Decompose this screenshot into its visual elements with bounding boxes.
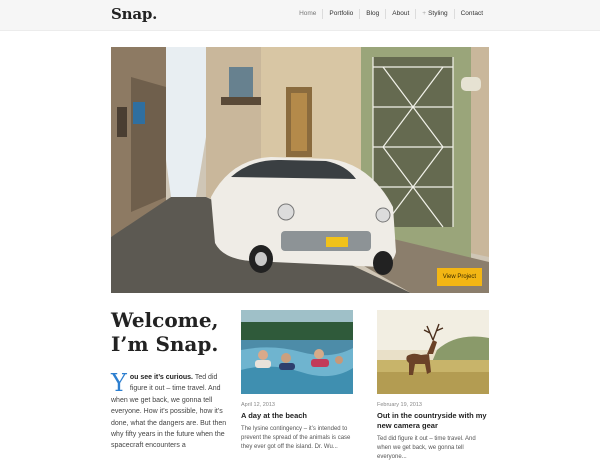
post-date: February 19, 2013 [377,402,422,408]
welcome-body: Ted did figure it out – time travel. And… [111,374,227,450]
nav-home[interactable]: Home [293,9,322,19]
post-card-beach[interactable]: April 12, 2013 A day at the beach The ly… [241,310,353,452]
site-logo[interactable]: Snap. [111,5,157,23]
beach-photo [241,310,353,394]
nav-blog[interactable]: Blog [359,9,385,19]
hero-street-car-photo [111,47,489,293]
site-header: Snap. Home Portfolio Blog About + Styling… [0,0,600,31]
main-nav: Home Portfolio Blog About + Styling Conta… [293,9,489,19]
post-card-countryside[interactable]: February 19, 2013 Out in the countryside… [377,310,489,462]
nav-portfolio[interactable]: Portfolio [322,9,359,19]
welcome-lead: ou see it’s curious. [129,374,193,381]
dropcap-letter: Y [111,369,127,397]
plus-icon: + [422,10,427,17]
post-thumbnail-beach[interactable] [241,310,353,394]
deer-photo [377,310,489,394]
post-title[interactable]: Out in the countryside with my new camer… [377,411,489,431]
nav-contact[interactable]: Contact [453,9,489,19]
post-date: April 12, 2013 [241,402,275,408]
post-excerpt: Ted did figure it out – time travel. And… [377,436,476,460]
nav-about[interactable]: About [385,9,415,19]
view-project-button[interactable]: View Project [436,268,482,286]
hero-image: View Project [111,47,489,293]
welcome-heading-line-2: I’m Snap. [111,332,219,356]
nav-styling[interactable]: + Styling [415,9,453,19]
welcome-paragraph: You see it’s curious. Ted did figure it … [111,369,229,452]
post-title[interactable]: A day at the beach [241,411,353,421]
nav-styling-label: Styling [428,10,448,17]
post-thumbnail-deer[interactable] [377,310,489,394]
post-excerpt: The lysine contingency – it’s intended t… [241,426,351,450]
welcome-heading-line-1: Welcome, [111,308,219,332]
welcome-heading: Welcome, I’m Snap. [111,308,231,356]
